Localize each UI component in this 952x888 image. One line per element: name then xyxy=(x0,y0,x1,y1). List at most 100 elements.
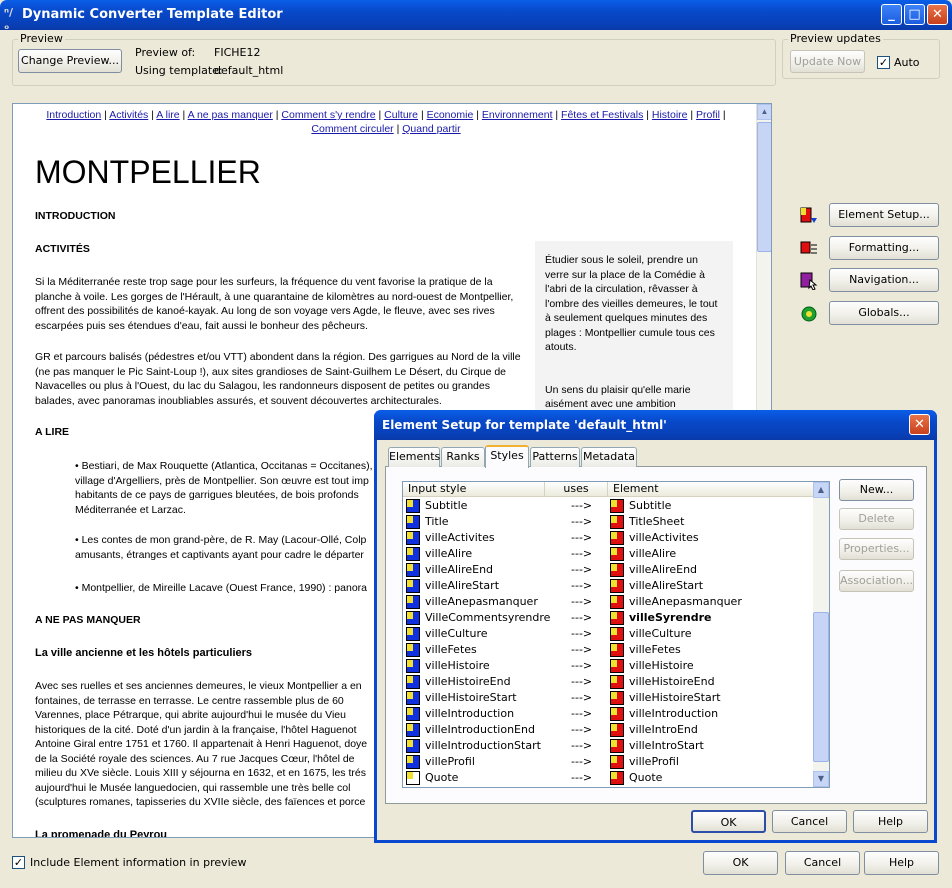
subsection-promenade: La promenade du Peyrou xyxy=(35,829,168,838)
style-row[interactable]: villeHistoireEnd ---> villeHistoireEnd xyxy=(403,674,815,690)
title-bar: ⁿ/ₒ Dynamic Converter Template Editor _ … xyxy=(0,0,952,32)
column-uses[interactable]: uses xyxy=(545,482,608,497)
element-name: villeHistoire xyxy=(629,659,694,672)
input-style-icon xyxy=(406,515,420,529)
formatting-button[interactable]: Formatting... xyxy=(829,236,939,260)
style-row[interactable]: villeProfil ---> villeProfil xyxy=(403,754,815,770)
nav-link-economie[interactable]: Economie xyxy=(427,109,474,121)
dialog-ok-button[interactable]: OK xyxy=(691,810,766,833)
input-style-icon xyxy=(406,739,420,753)
style-row[interactable]: villeCulture ---> villeCulture xyxy=(403,626,815,642)
style-row[interactable]: villeHistoireStart ---> villeHistoireStart xyxy=(403,690,815,706)
style-row[interactable]: Quote ---> Quote xyxy=(403,770,815,786)
navigation-button[interactable]: Navigation... xyxy=(829,268,939,292)
style-row[interactable]: villeAlireStart ---> villeAlireStart xyxy=(403,578,815,594)
close-button[interactable]: ✕ xyxy=(927,4,948,25)
tab-metadata[interactable]: Metadata xyxy=(581,447,637,467)
dialog-close-button[interactable]: ✕ xyxy=(909,414,930,435)
properties-button[interactable]: Properties... xyxy=(839,538,914,560)
input-style-name: villeAlireStart xyxy=(425,579,500,592)
column-element[interactable]: Element xyxy=(608,482,815,497)
list-scroll-thumb[interactable] xyxy=(813,612,829,762)
column-input-style[interactable]: Input style xyxy=(403,482,545,497)
uses-arrow: ---> xyxy=(571,643,593,656)
element-name: villeSyrendre xyxy=(629,611,712,624)
input-style-name: villeHistoireStart xyxy=(425,691,517,704)
sidebox-text-1: Étudier sous le soleil, prendre un verre… xyxy=(545,254,718,353)
uses-arrow: ---> xyxy=(571,627,593,640)
input-style-name: villeAlireEnd xyxy=(425,563,494,576)
input-style-name: VilleCommentsyrendre xyxy=(425,611,551,624)
element-icon xyxy=(610,627,624,641)
nav-link-histoire[interactable]: Histoire xyxy=(652,109,688,121)
uses-arrow: ---> xyxy=(571,723,593,736)
nav-link-quandpartir[interactable]: Quand partir xyxy=(402,123,460,135)
uses-arrow: ---> xyxy=(571,739,593,752)
nav-link-syrendre[interactable]: Comment s'y rendre xyxy=(281,109,375,121)
styles-list[interactable]: Input style uses Element Subtitle ---> Sub… xyxy=(402,481,830,788)
new-style-button[interactable]: New... xyxy=(839,479,914,501)
input-style-icon xyxy=(406,707,420,721)
nav-link-activites[interactable]: Activités xyxy=(109,109,148,121)
style-row[interactable]: villeAnepasmanquer ---> villeAnepasmanquer xyxy=(403,594,815,610)
list-scrollbar[interactable]: ▲ ▼ xyxy=(813,482,829,787)
input-style-icon xyxy=(406,579,420,593)
style-row[interactable]: villeIntroduction ---> villeIntroduction xyxy=(403,706,815,722)
auto-checkbox[interactable]: ✓ xyxy=(877,56,890,69)
style-row[interactable]: villeHistoire ---> villeHistoire xyxy=(403,658,815,674)
maximize-button[interactable]: □ xyxy=(904,4,925,25)
style-row[interactable]: Subtitle ---> Subtitle xyxy=(403,498,815,514)
main-cancel-button[interactable]: Cancel xyxy=(785,851,860,875)
style-row[interactable]: villeAlireEnd ---> villeAlireEnd xyxy=(403,562,815,578)
globals-button[interactable]: Globals... xyxy=(829,301,939,325)
element-name: villeActivites xyxy=(629,531,699,544)
style-row[interactable]: villeFetes ---> villeFetes xyxy=(403,642,815,658)
style-row[interactable]: villeActivites ---> villeActivites xyxy=(403,530,815,546)
main-ok-button[interactable]: OK xyxy=(703,851,778,875)
update-now-button[interactable]: Update Now xyxy=(790,50,865,73)
input-style-icon xyxy=(406,627,420,641)
tab-ranks[interactable]: Ranks xyxy=(441,447,485,467)
nav-link-anepas[interactable]: A ne pas manquer xyxy=(188,109,273,121)
include-element-info-checkbox[interactable]: ✓ xyxy=(12,856,25,869)
tab-styles[interactable]: Styles xyxy=(485,445,529,468)
main-help-button[interactable]: Help xyxy=(864,851,939,875)
nav-link-circuler[interactable]: Comment circuler xyxy=(311,123,393,135)
bullet-2: • Les contes de mon grand-père, de R. Ma… xyxy=(75,534,367,561)
element-setup-button[interactable]: Element Setup... xyxy=(829,203,939,227)
style-row[interactable]: villeIntroductionEnd ---> villeIntroEnd xyxy=(403,722,815,738)
uses-arrow: ---> xyxy=(571,579,593,592)
style-row[interactable]: Title ---> TitleSheet xyxy=(403,514,815,530)
bullet-3: • Montpellier, de Mireille Lacave (Ouest… xyxy=(75,582,367,594)
element-icon xyxy=(610,531,624,545)
nav-link-environnement[interactable]: Environnement xyxy=(482,109,553,121)
nav-link-fetes[interactable]: Fêtes et Festivals xyxy=(561,109,643,121)
scroll-up-icon[interactable]: ▲ xyxy=(757,104,771,120)
minimize-button[interactable]: _ xyxy=(881,4,902,25)
tab-elements[interactable]: Elements xyxy=(388,447,440,467)
input-style-name: villeAnepasmanquer xyxy=(425,595,538,608)
input-style-name: villeHistoireEnd xyxy=(425,675,511,688)
nav-link-introduction[interactable]: Introduction xyxy=(46,109,101,121)
style-row[interactable]: villeIntroductionStart ---> villeIntroStar… xyxy=(403,738,815,754)
list-scroll-down-icon[interactable]: ▼ xyxy=(813,771,829,787)
delete-style-button[interactable]: Delete xyxy=(839,508,914,530)
change-preview-button[interactable]: Change Preview... xyxy=(18,49,122,73)
element-name: Subtitle xyxy=(629,499,672,512)
element-icon xyxy=(610,579,624,593)
dialog-help-button[interactable]: Help xyxy=(853,810,928,833)
style-row[interactable]: villeAlire ---> villeAlire xyxy=(403,546,815,562)
nav-link-profil[interactable]: Profil xyxy=(696,109,720,121)
association-button[interactable]: Association... xyxy=(839,570,914,592)
paragraph-2: GR et parcours balisés (pédestres et/ou … xyxy=(35,351,521,407)
uses-arrow: ---> xyxy=(571,659,593,672)
list-scroll-up-icon[interactable]: ▲ xyxy=(813,482,829,498)
dialog-cancel-button[interactable]: Cancel xyxy=(772,810,847,833)
nav-link-culture[interactable]: Culture xyxy=(384,109,418,121)
tab-patterns[interactable]: Patterns xyxy=(530,447,580,467)
input-style-icon xyxy=(406,547,420,561)
style-row[interactable]: VilleCommentsyrendre ---> villeSyrendre xyxy=(403,610,815,626)
nav-link-alire[interactable]: A lire xyxy=(156,109,179,121)
element-icon xyxy=(610,723,624,737)
scroll-thumb[interactable] xyxy=(757,122,771,252)
